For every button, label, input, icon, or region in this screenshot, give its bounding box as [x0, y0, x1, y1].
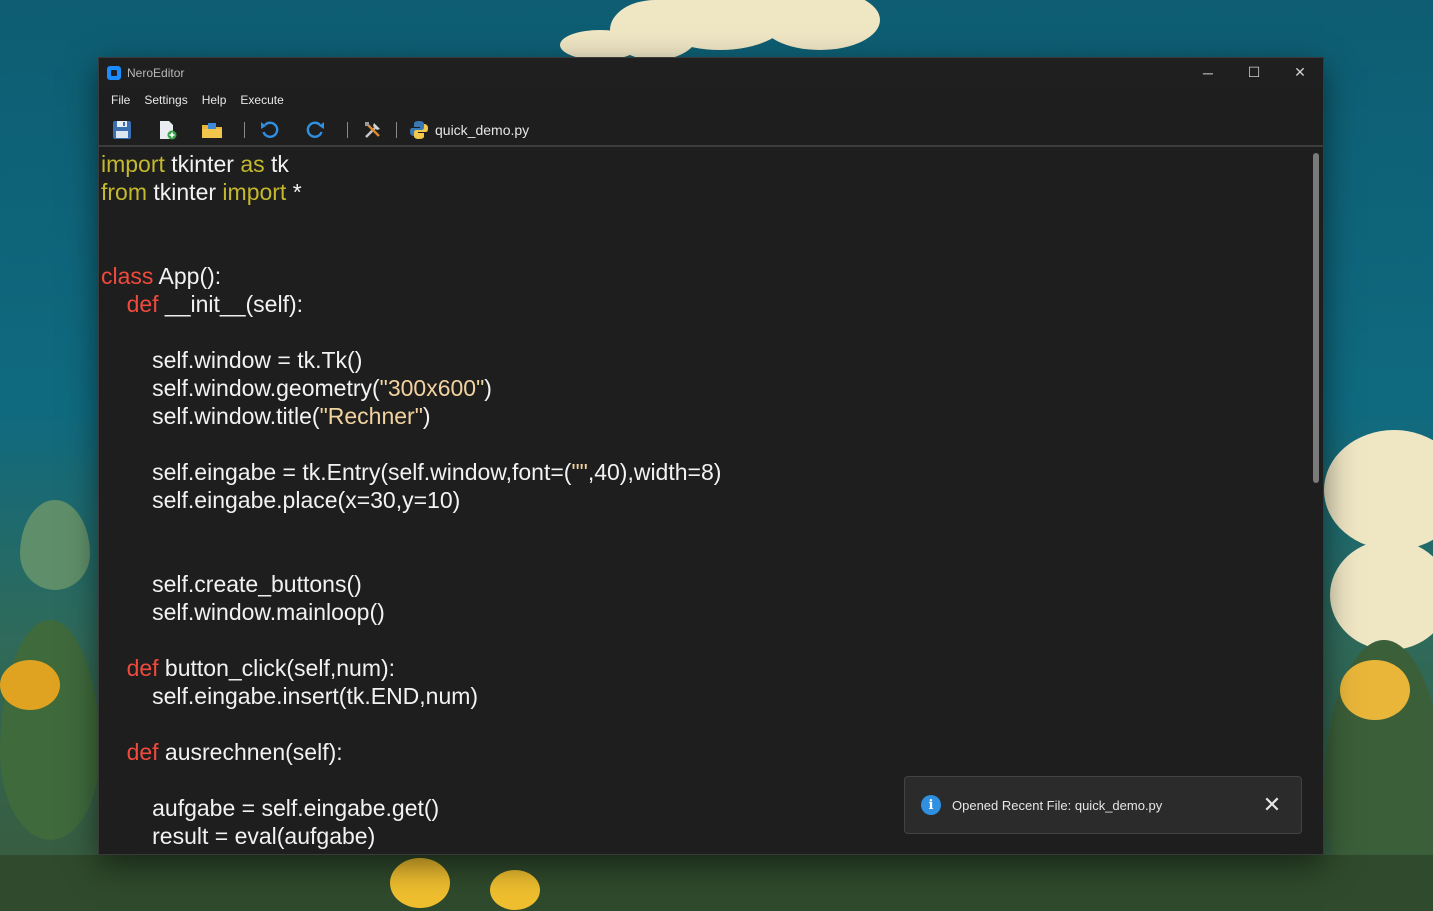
menu-file[interactable]: File: [104, 87, 137, 114]
code-token: self.eingabe.insert(tk.END,num): [101, 683, 479, 709]
code-line[interactable]: [101, 318, 721, 346]
code-token: from: [101, 179, 147, 205]
code-line[interactable]: from tkinter import *: [101, 178, 721, 206]
new-file-icon: [160, 120, 177, 139]
code-line[interactable]: self.window.mainloop(): [101, 598, 721, 626]
undo-button[interactable]: [257, 118, 283, 142]
code-line[interactable]: self.window.geometry("300x600"): [101, 374, 721, 402]
window-controls: ─ ☐ ✕: [1185, 58, 1323, 87]
code-line[interactable]: class App():: [101, 262, 721, 290]
code-token: result = eval(aufgabe): [101, 823, 376, 849]
code-line[interactable]: [101, 626, 721, 654]
open-folder-button[interactable]: [199, 118, 225, 142]
code-token: aufgabe = self.eingabe.get(): [101, 795, 440, 821]
code-text[interactable]: import tkinter as tk from tkinter import …: [101, 150, 721, 850]
redo-icon: [306, 121, 324, 138]
code-line[interactable]: result = eval(aufgabe): [101, 822, 721, 850]
code-line[interactable]: [101, 766, 721, 794]
code-line[interactable]: [101, 430, 721, 458]
editor-window: NeroEditor ─ ☐ ✕ File Settings Help Exec…: [98, 57, 1324, 855]
code-token: *: [286, 179, 302, 205]
open-folder-icon: [202, 122, 222, 138]
menu-execute[interactable]: Execute: [233, 87, 290, 114]
code-token: ): [422, 403, 431, 429]
code-token: self.eingabe = tk.Entry(self.window,font…: [101, 459, 572, 485]
code-line[interactable]: [101, 206, 721, 234]
redo-button[interactable]: [302, 118, 328, 142]
code-token: def: [126, 655, 159, 681]
code-token: self.eingabe.place(x=30,y=10): [101, 487, 461, 513]
code-line[interactable]: [101, 514, 721, 542]
code-line[interactable]: self.window = tk.Tk(): [101, 346, 721, 374]
close-button[interactable]: ✕: [1277, 58, 1323, 87]
code-line[interactable]: def ausrechnen(self):: [101, 738, 721, 766]
save-button[interactable]: [109, 118, 135, 142]
code-line[interactable]: aufgabe = self.eingabe.get(): [101, 794, 721, 822]
code-token: def: [126, 739, 159, 765]
code-line[interactable]: import tkinter as tk: [101, 150, 721, 178]
toolbar: quick_demo.py: [99, 114, 1323, 147]
maximize-button[interactable]: ☐: [1231, 58, 1277, 87]
title-bar[interactable]: NeroEditor ─ ☐ ✕: [99, 58, 1323, 87]
code-token: App():: [153, 263, 222, 289]
code-token: "": [571, 459, 588, 485]
code-token: self.window.geometry(: [101, 375, 380, 401]
code-line[interactable]: [101, 542, 721, 570]
code-token: "300x600": [379, 375, 485, 401]
code-editor[interactable]: import tkinter as tk from tkinter import …: [99, 147, 1323, 854]
code-token: import: [101, 151, 165, 177]
build-tools-button[interactable]: [360, 118, 386, 142]
python-icon: [410, 120, 428, 139]
code-token: import: [222, 179, 287, 205]
menu-help[interactable]: Help: [195, 87, 234, 114]
minimize-button[interactable]: ─: [1185, 58, 1231, 87]
code-token: ,40),width=8): [587, 459, 722, 485]
current-file-name: quick_demo.py: [435, 121, 530, 138]
vertical-scrollbar[interactable]: [1313, 153, 1319, 483]
window-title: NeroEditor: [127, 65, 185, 80]
menu-bar: File Settings Help Execute: [99, 87, 1323, 114]
code-line[interactable]: self.create_buttons(): [101, 570, 721, 598]
toolbar-separator: [244, 121, 245, 138]
code-token: class: [101, 263, 154, 289]
notification-close-button[interactable]: ✕: [1261, 792, 1283, 817]
build-tools-icon: [365, 121, 380, 138]
code-token: ausrechnen(self):: [158, 739, 343, 765]
code-token: tk: [264, 151, 289, 177]
code-token: def: [126, 291, 159, 317]
app-logo-icon: [107, 65, 121, 80]
code-token: __init__(self):: [158, 291, 304, 317]
code-line[interactable]: def button_click(self,num):: [101, 654, 721, 682]
code-line[interactable]: self.eingabe.place(x=30,y=10): [101, 486, 721, 514]
code-line[interactable]: def __init__(self):: [101, 290, 721, 318]
notification-message: Opened Recent File: quick_demo.py: [952, 797, 1163, 813]
code-token: button_click(self,num):: [158, 655, 396, 681]
code-token: "Rechner": [319, 403, 423, 429]
code-token: self.window = tk.Tk(): [101, 347, 363, 373]
code-line[interactable]: [101, 234, 721, 262]
notification-toast: i Opened Recent File: quick_demo.py ✕: [904, 776, 1302, 834]
code-token: tkinter: [147, 179, 223, 205]
info-icon: i: [921, 795, 941, 815]
code-token: ): [484, 375, 492, 401]
save-icon: [113, 120, 131, 139]
code-token: as: [240, 151, 265, 177]
toolbar-separator: [396, 121, 397, 138]
new-file-button[interactable]: [154, 118, 180, 142]
code-token: self.create_buttons(): [101, 571, 362, 597]
code-line[interactable]: [101, 710, 721, 738]
code-line[interactable]: self.window.title("Rechner"): [101, 402, 721, 430]
code-token: tkinter: [164, 151, 241, 177]
code-token: self.window.mainloop(): [101, 599, 385, 625]
code-line[interactable]: self.eingabe = tk.Entry(self.window,font…: [101, 458, 721, 486]
menu-settings[interactable]: Settings: [137, 87, 194, 114]
toolbar-separator: [347, 121, 348, 138]
undo-icon: [261, 121, 279, 138]
code-line[interactable]: self.eingabe.insert(tk.END,num): [101, 682, 721, 710]
code-token: self.window.title(: [101, 403, 320, 429]
